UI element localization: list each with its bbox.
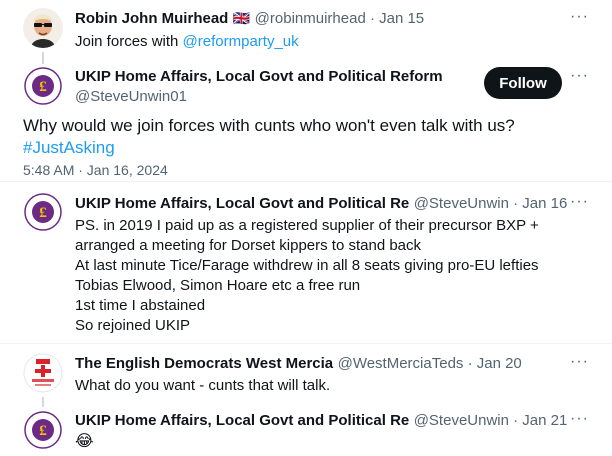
text-line: So rejoined UKIP (75, 317, 191, 334)
thread-line (42, 52, 44, 64)
svg-text:£: £ (39, 79, 47, 95)
more-icon[interactable]: ··· (570, 193, 589, 211)
tweet-text: PS. in 2019 I paid up as a registered su… (75, 216, 539, 336)
robin-avatar[interactable] (23, 8, 63, 48)
mention-link[interactable]: @reformparty_uk (183, 33, 299, 50)
more-icon[interactable]: ··· (570, 353, 589, 371)
tweet-header: UKIP Home Affairs, Local Govt and Politi… (75, 412, 567, 430)
author-name[interactable]: Robin John Muirhead (75, 10, 228, 27)
uk-flag-icon: 🇬🇧 (232, 10, 251, 26)
tweet-timestamp[interactable]: 5:48 AM · Jan 16, 2024 (23, 162, 168, 178)
ukip-logo-avatar[interactable]: £ (23, 410, 63, 450)
author-name[interactable]: UKIP Home Affairs, Local Govt and Politi… (75, 412, 409, 429)
tweet-text: 😂 (75, 433, 94, 450)
author-name[interactable]: UKIP Home Affairs, Local Govt and Politi… (75, 195, 409, 212)
more-icon[interactable]: ··· (570, 8, 589, 26)
divider (0, 343, 612, 344)
thread-line (42, 397, 44, 407)
divider (0, 181, 612, 182)
author-name[interactable]: The English Democrats West Mercia (75, 355, 333, 372)
author-handle[interactable]: @SteveUnwin01 (75, 88, 187, 105)
handle-date[interactable]: @robinmuirhead · Jan 15 (255, 10, 424, 27)
svg-text:£: £ (39, 205, 47, 221)
text-line: 1st time I abstained (75, 297, 206, 314)
handle-date[interactable]: @SteveUnwin · Jan 21 (414, 412, 568, 429)
tweet-text: Join forces with @reformparty_uk (75, 32, 299, 52)
text-line: At last minute Tice/Farage withdrew in a… (75, 257, 539, 274)
handle-date[interactable]: @SteveUnwin · Jan 16 (414, 195, 568, 212)
handle-date[interactable]: @WestMerciaTeds · Jan 20 (338, 355, 522, 372)
tweet-header: UKIP Home Affairs, Local Govt and Politi… (75, 195, 567, 213)
main-tweet-text: Why would we join forces with cunts who … (23, 116, 515, 135)
tweet-header: The English Democrats West Mercia @WestM… (75, 355, 522, 373)
tweet-text: What do you want - cunts that will talk. (75, 377, 331, 394)
text-line: PS. in 2019 I paid up as a registered su… (75, 217, 539, 234)
follow-button[interactable]: Follow (484, 67, 562, 99)
author-name[interactable]: UKIP Home Affairs, Local Govt and Politi… (75, 68, 443, 85)
english-democrats-avatar[interactable] (23, 353, 63, 393)
more-icon[interactable]: ··· (570, 67, 589, 85)
more-icon[interactable]: ··· (570, 410, 589, 428)
svg-text:£: £ (39, 423, 47, 439)
ukip-logo-avatar[interactable]: £ (23, 192, 63, 232)
tweet-text-prefix: Join forces with (75, 33, 183, 50)
main-author-name-wrap: UKIP Home Affairs, Local Govt and Politi… (75, 68, 443, 86)
text-line: arranged a meeting for Dorset kippers to… (75, 237, 422, 254)
tweet-header: Robin John Muirhead 🇬🇧 @robinmuirhead · … (75, 10, 424, 28)
text-line: Tobias Elwood, Simon Hoare etc a free ru… (75, 277, 361, 294)
ukip-logo-avatar[interactable]: £ (23, 66, 63, 106)
hashtag-link[interactable]: #JustAsking (23, 137, 115, 159)
